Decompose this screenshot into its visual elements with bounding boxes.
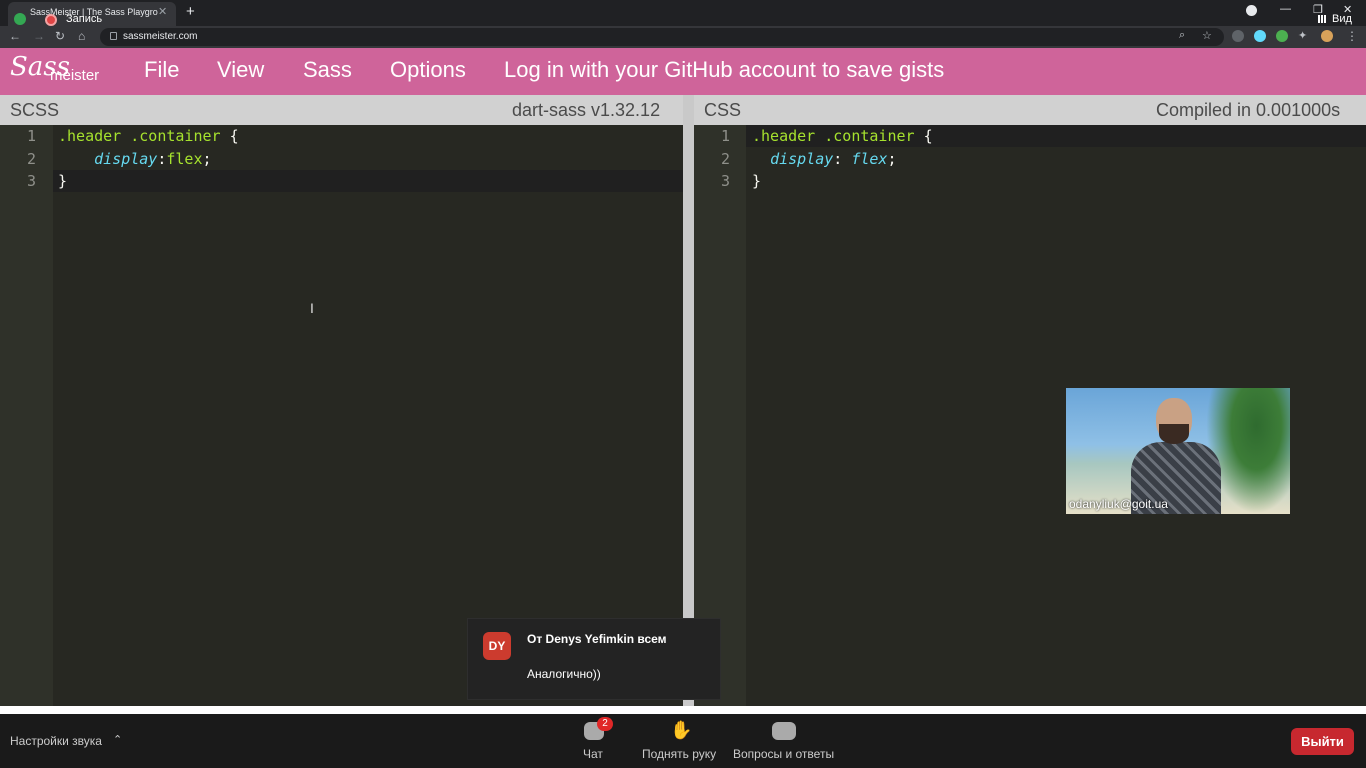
menu-view[interactable]: View <box>217 57 264 83</box>
code-token: { <box>914 127 933 145</box>
shield-favicon-icon <box>14 13 26 25</box>
extension-1-icon[interactable] <box>1232 30 1244 42</box>
css-code-line[interactable]: display: flex; <box>752 149 897 168</box>
browser-tabstrip <box>0 0 1366 26</box>
code-token: .header .container <box>752 127 915 145</box>
leave-meeting-button[interactable]: Выйти <box>1291 728 1354 755</box>
menu-options[interactable]: Options <box>390 57 466 83</box>
minimize-icon[interactable]: — <box>1280 3 1291 15</box>
react-devtools-icon[interactable] <box>1254 30 1266 42</box>
scss-code-line[interactable]: .header .container { <box>58 127 239 145</box>
recording-icon <box>45 14 57 26</box>
css-panel-label: CSS <box>704 100 742 120</box>
sassmeister-logo-suffix[interactable]: meister <box>50 67 99 84</box>
puzzle-extensions-icon[interactable]: ✦ <box>1298 29 1307 42</box>
close-tab-icon[interactable]: ✕ <box>158 5 167 18</box>
code-token: : <box>833 149 852 168</box>
code-token: display <box>770 149 834 168</box>
code-token: { <box>220 127 239 145</box>
back-icon[interactable]: ← <box>9 29 21 43</box>
participant-name: odanyliuk@goit.ua <box>1069 497 1168 511</box>
css-line-number: 3 <box>720 172 730 190</box>
scss-line-number: 1 <box>26 127 36 145</box>
qa-button-label[interactable]: Вопросы и ответы <box>733 747 834 761</box>
omnibox[interactable] <box>100 28 1224 46</box>
panel-divider[interactable] <box>683 95 694 706</box>
recording-label: Запись <box>66 13 103 25</box>
code-token: } <box>752 172 762 190</box>
menu-sass[interactable]: Sass <box>303 57 352 83</box>
code-token: flex <box>851 149 888 168</box>
chat-notification-sender: От Denys Yefimkin всем <box>527 632 667 646</box>
scss-line-number: 3 <box>26 172 36 190</box>
scss-line-number: 2 <box>26 149 36 168</box>
sass-version[interactable]: dart-sass v1.32.12 <box>512 100 660 121</box>
view-label[interactable]: Вид <box>1332 13 1352 25</box>
scss-gutter <box>0 125 53 706</box>
user-avatar-icon[interactable] <box>1321 30 1333 42</box>
code-token: flex <box>166 149 203 168</box>
participant-video[interactable] <box>1066 388 1290 514</box>
reload-icon[interactable]: ↻ <box>55 29 65 43</box>
css-code-line[interactable]: .header .container { <box>752 127 933 145</box>
audio-settings-button[interactable]: Настройки звука <box>10 734 102 748</box>
scss-panel-label: SCSS <box>10 100 60 120</box>
code-token: } <box>58 172 68 190</box>
active-line-highlight <box>0 170 683 192</box>
scss-code-line[interactable]: } <box>58 172 67 190</box>
code-token: .header .container <box>58 127 221 145</box>
url-text[interactable]: sassmeister.com <box>123 31 197 42</box>
code-token: ; <box>202 149 212 168</box>
avatar: DY <box>483 632 511 660</box>
home-icon[interactable]: ⌂ <box>78 29 85 43</box>
compile-status: Compiled in 0.001000s <box>1156 100 1341 120</box>
profile-icon[interactable] <box>1246 5 1257 16</box>
css-line-number: 1 <box>720 127 730 145</box>
menu-file[interactable]: File <box>144 57 179 83</box>
chevron-up-icon[interactable]: ⌃ <box>113 733 122 746</box>
menu-github-login[interactable]: Log in with your GitHub account to save … <box>504 57 944 83</box>
qa-icon[interactable] <box>772 722 796 740</box>
bookmark-star-icon[interactable]: ☆ <box>1202 29 1212 42</box>
scss-code-line[interactable]: display:flex; <box>58 149 212 168</box>
text-cursor-icon: I <box>310 300 314 316</box>
new-tab-icon[interactable]: + <box>186 3 195 20</box>
chat-button-label[interactable]: Чат <box>583 747 603 761</box>
zoom-icon[interactable]: ⌕ <box>1179 29 1185 42</box>
grid-view-icon[interactable] <box>1318 15 1326 23</box>
extension-3-icon[interactable] <box>1276 30 1288 42</box>
raise-hand-button-label[interactable]: Поднять руку <box>642 747 716 761</box>
code-token: display <box>94 149 158 168</box>
css-line-number: 2 <box>720 149 730 168</box>
chat-unread-badge: 2 <box>597 717 613 731</box>
chat-notification-message: Аналогично)) <box>527 667 601 681</box>
css-code-line[interactable]: } <box>752 172 761 190</box>
lock-icon[interactable] <box>110 32 117 40</box>
raise-hand-icon[interactable]: ✋ <box>670 720 692 741</box>
browser-menu-icon[interactable]: ⋮ <box>1346 29 1358 43</box>
code-token: ; <box>887 149 897 168</box>
forward-icon[interactable]: → <box>33 29 45 43</box>
